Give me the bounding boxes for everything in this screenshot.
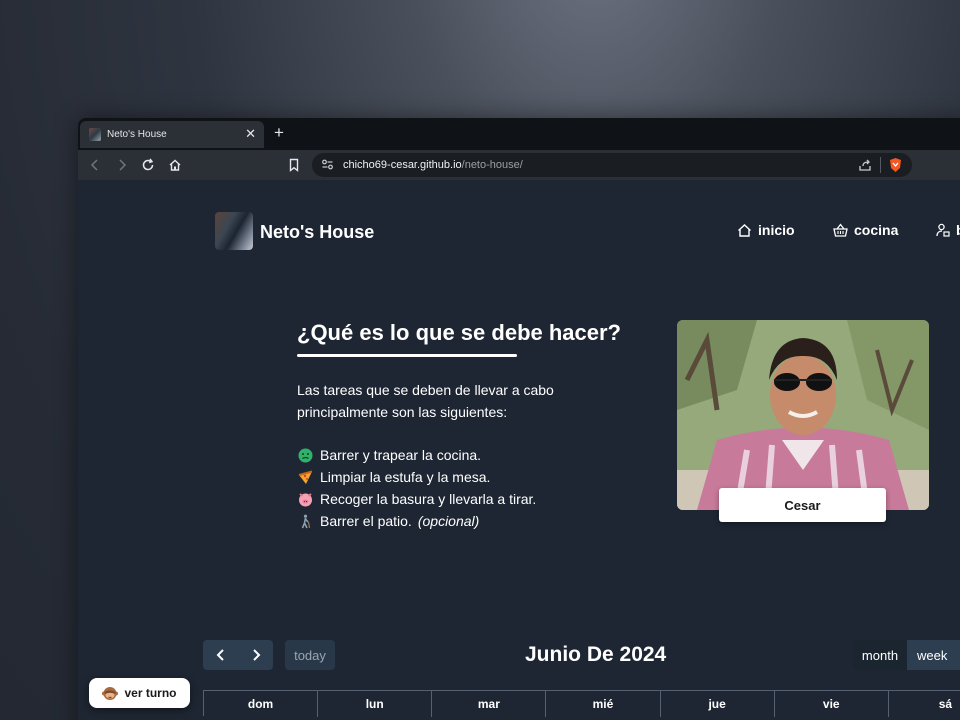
home-icon	[738, 223, 751, 237]
view-month-button[interactable]: month	[853, 640, 907, 670]
chevron-left-icon	[216, 649, 224, 661]
view-week-button[interactable]: week	[907, 640, 960, 670]
reload-icon[interactable]	[137, 154, 159, 176]
calendar-toolbar: today Junio De 2024 month week	[203, 640, 960, 670]
day-header-mar: mar	[432, 691, 547, 717]
ver-turno-button[interactable]: ver turno	[89, 678, 190, 708]
browser-toolbar: chicho69-cesar.github.io/neto-house/	[78, 150, 960, 180]
home-icon[interactable]	[164, 154, 186, 176]
tab-bar: Neto's House ✕ +	[78, 118, 960, 150]
task-item: Barrer el patio. (opcional)	[297, 510, 536, 532]
day-header-mie: mié	[546, 691, 661, 717]
nauseated-face-emoji	[297, 447, 314, 464]
user-lock-icon	[936, 223, 950, 237]
calendar-nav-group	[203, 640, 273, 670]
nav-label-inicio: inicio	[758, 222, 795, 238]
intro-text: Las tareas que se deben de llevar a cabo…	[297, 382, 554, 420]
brave-shield-icon[interactable]	[888, 157, 903, 173]
browser-tab[interactable]: Neto's House ✕	[80, 121, 264, 148]
share-icon[interactable]	[858, 158, 872, 172]
see-no-evil-monkey-emoji	[102, 686, 119, 700]
day-header-jue: jue	[661, 691, 775, 717]
url-text[interactable]: chicho69-cesar.github.io/neto-house/	[343, 159, 523, 171]
pig-face-emoji	[297, 491, 314, 508]
divider	[880, 157, 882, 173]
site-settings-icon[interactable]	[321, 158, 334, 171]
chevron-right-icon	[252, 649, 260, 661]
task-optional: (opcional)	[417, 513, 480, 529]
bookmark-icon[interactable]	[283, 154, 305, 176]
close-tab-icon[interactable]: ✕	[245, 126, 256, 142]
site-title[interactable]: Neto's House	[260, 222, 374, 243]
day-header-sab: sá	[889, 691, 960, 717]
task-list: Barrer y trapear la cocina. Limpiar la e…	[297, 444, 536, 532]
basket-icon	[833, 222, 848, 237]
web-page: Neto's House inicio cocina b ¿Qué es lo …	[78, 180, 960, 720]
calendar-view-group: month week	[853, 640, 960, 670]
nav-item-cocina[interactable]: cocina	[833, 222, 898, 238]
task-item: Recoger la basura y llevarla a tirar.	[297, 488, 536, 510]
today-button[interactable]: today	[285, 640, 335, 670]
new-tab-button[interactable]: +	[274, 123, 284, 143]
person-walking-cane-emoji	[297, 513, 314, 530]
day-header-vie: vie	[775, 691, 889, 717]
calendar-title: Junio De 2024	[525, 643, 667, 666]
section-heading: ¿Qué es lo que se debe hacer?	[297, 320, 621, 345]
forward-icon[interactable]	[111, 154, 133, 176]
heading-underline	[297, 354, 517, 357]
back-icon[interactable]	[84, 154, 106, 176]
address-bar[interactable]: chicho69-cesar.github.io/neto-house/	[312, 153, 912, 177]
ver-turno-label: ver turno	[124, 686, 177, 700]
day-header-dom: dom	[204, 691, 319, 717]
nav-label-cocina: cocina	[854, 222, 899, 238]
nav-item-partial[interactable]: b	[936, 222, 960, 238]
site-logo[interactable]	[215, 212, 253, 250]
task-item: Limpiar la estufa y la mesa.	[297, 466, 536, 488]
task-text: Limpiar la estufa y la mesa.	[320, 469, 491, 485]
task-text: Recoger la basura y llevarla a tirar.	[320, 491, 537, 507]
day-header-lun: lun	[318, 691, 433, 717]
calendar-header-row: dom lun mar mié jue vie sá	[203, 690, 960, 717]
nav-item-inicio[interactable]: inicio	[737, 222, 795, 238]
browser-window: Neto's House ✕ + chicho69-cesar.github.i…	[78, 118, 960, 720]
nav-label-partial: b	[956, 222, 960, 238]
next-month-button[interactable]	[238, 640, 273, 670]
url-domain: chicho69-cesar.github.io	[343, 159, 462, 171]
pizza-emoji	[297, 469, 314, 486]
tab-title: Neto's House	[107, 129, 167, 140]
profile-photo	[677, 320, 929, 510]
tab-favicon	[89, 128, 101, 141]
task-text: Barrer y trapear la cocina.	[320, 447, 482, 463]
url-path: /neto-house/	[461, 159, 523, 171]
photo-name-label: Cesar	[719, 488, 886, 522]
prev-month-button[interactable]	[203, 640, 238, 670]
task-text: Barrer el patio.	[320, 513, 412, 529]
task-item: Barrer y trapear la cocina.	[297, 444, 536, 466]
